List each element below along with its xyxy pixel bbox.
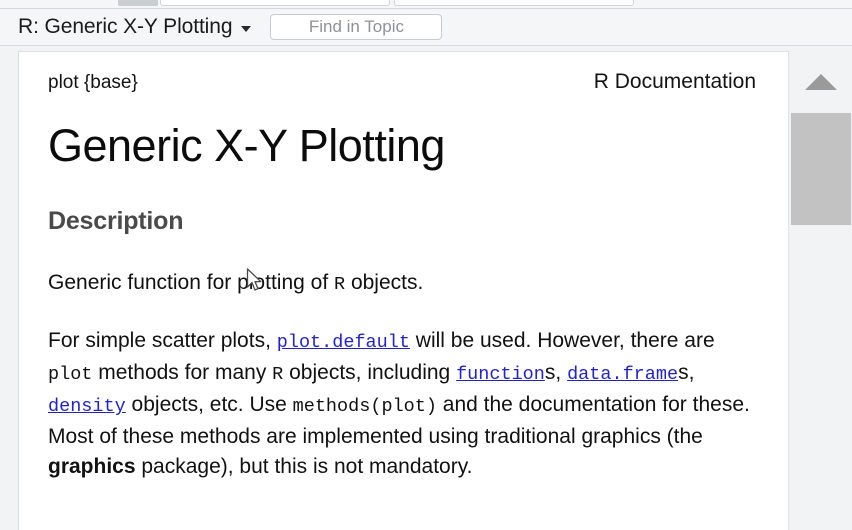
partial-secondary-field[interactable] [394, 0, 634, 6]
chevron-down-icon[interactable] [241, 26, 252, 32]
section-heading-description: Description [48, 207, 184, 236]
triangle-up-icon [804, 73, 837, 90]
description-paragraph-1: Generic function for plotting of R objec… [48, 271, 424, 296]
doc-link[interactable]: function [456, 364, 545, 385]
find-in-topic-input[interactable]: Find in Topic [270, 14, 443, 40]
inline-code: methods(plot) [292, 396, 437, 418]
scroll-up-button[interactable] [789, 51, 852, 112]
partial-toolbar-above [0, 0, 852, 9]
vertical-scrollbar[interactable] [788, 51, 852, 530]
description-paragraph-2: For simple scatter plots, plot.default w… [48, 329, 750, 479]
doc-link[interactable]: density [48, 396, 126, 417]
doc-link[interactable]: data.frame [567, 364, 678, 385]
partial-tab-button[interactable] [118, 0, 158, 6]
doc-source-label: R Documentation [593, 70, 756, 93]
inline-code: R [334, 274, 346, 296]
help-toolbar: R: Generic X-Y Plotting Find in Topic [0, 9, 852, 46]
inline-code: R [272, 364, 284, 386]
scrollbar-track[interactable] [789, 225, 852, 530]
topic-title: R: Generic X-Y Plotting [18, 15, 233, 38]
inline-code: plot [48, 364, 93, 386]
page-title: Generic X-Y Plotting [48, 120, 445, 171]
documentation-pane: plot {base} R Documentation Generic X-Y … [18, 51, 788, 530]
find-in-topic-placeholder: Find in Topic [308, 17, 404, 36]
help-viewer-window: R: Generic X-Y Plotting Find in Topic pl… [0, 0, 852, 530]
emphasis-text: graphics [48, 455, 136, 479]
doc-link[interactable]: plot.default [277, 332, 410, 353]
doc-topic-package: plot {base} [48, 72, 138, 93]
doc-header: plot {base} R Documentation [48, 70, 762, 94]
scrollbar-thumb[interactable] [791, 113, 851, 225]
partial-address-field[interactable] [160, 0, 390, 6]
